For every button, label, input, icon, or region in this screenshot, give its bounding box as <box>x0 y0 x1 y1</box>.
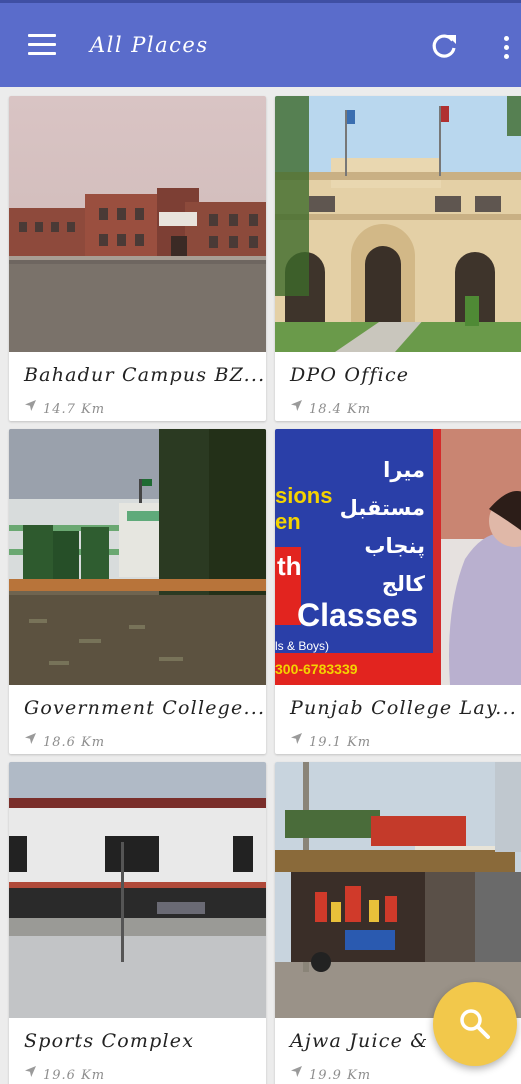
distance-row: 19.1 Km <box>290 729 372 750</box>
sports-complex-photo <box>9 762 266 1018</box>
distance-row: 18.4 Km <box>290 396 372 417</box>
campus-building-photo <box>9 96 266 352</box>
place-name: Bahadur Campus BZ... <box>24 364 266 386</box>
refresh-icon <box>432 34 456 58</box>
search-icon <box>460 1009 490 1039</box>
hamburger-menu-icon-line <box>28 52 56 55</box>
hamburger-menu-icon <box>28 34 56 37</box>
refresh-button[interactable] <box>428 31 460 63</box>
banner-phone-text: 300-6783339 <box>275 661 358 677</box>
place-name: Sports Complex <box>24 1030 195 1052</box>
distance-row: 14.7 Km <box>24 396 106 417</box>
more-vertical-icon <box>504 36 509 41</box>
distance-row: 19.6 Km <box>24 1062 106 1083</box>
place-distance: 18.6 Km <box>43 735 106 750</box>
search-fab-button[interactable] <box>433 982 517 1066</box>
place-card[interactable]: DPO Office 18.4 Km <box>275 96 521 421</box>
navigation-arrow-icon <box>291 400 302 411</box>
more-vertical-icon-dot <box>504 45 509 50</box>
place-name: DPO Office <box>290 364 410 386</box>
dpo-office-photo <box>275 96 521 352</box>
menu-button[interactable] <box>26 34 58 56</box>
place-distance: 19.6 Km <box>43 1068 106 1083</box>
hamburger-menu-icon-line <box>28 43 56 46</box>
banner-classes-text: Classes <box>297 597 418 633</box>
distance-row: 19.9 Km <box>290 1062 372 1083</box>
place-card[interactable]: Bahadur Campus BZ... 14.7 Km <box>9 96 266 421</box>
distance-row: 18.6 Km <box>24 729 106 750</box>
college-banner-photo: میرا مستقبل پنجاب کالج sions en th Class… <box>275 429 521 685</box>
more-options-button[interactable] <box>497 33 517 61</box>
navigation-arrow-icon <box>25 733 36 744</box>
place-distance: 14.7 Km <box>43 402 106 417</box>
navigation-arrow-icon <box>291 1066 302 1077</box>
place-name: Ajwa Juice & <box>290 1030 429 1052</box>
navigation-arrow-icon <box>291 733 302 744</box>
more-vertical-icon-dot <box>504 54 509 59</box>
college-courtyard-photo <box>9 429 266 685</box>
place-card[interactable]: میرا مستقبل پنجاب کالج sions en th Class… <box>275 429 521 754</box>
place-card[interactable]: Government College... 18.6 Km <box>9 429 266 754</box>
banner-text-fragment: th <box>277 551 302 581</box>
page-title: All Places <box>90 33 209 57</box>
banner-text-fragment: ls & Boys) <box>275 639 330 653</box>
banner-urdu-text: میرا مستقبل پنجاب کالج <box>339 458 425 596</box>
place-name: Punjab College Lay... <box>290 697 517 719</box>
place-distance: 18.4 Km <box>309 402 372 417</box>
place-distance: 19.9 Km <box>309 1068 372 1083</box>
places-grid: Bahadur Campus BZ... 14.7 Km DPO Office … <box>0 87 521 1084</box>
app-bar: All Places <box>0 3 521 87</box>
place-distance: 19.1 Km <box>309 735 372 750</box>
place-card[interactable]: Sports Complex 19.6 Km <box>9 762 266 1084</box>
banner-text-fragment: en <box>275 509 301 534</box>
navigation-arrow-icon <box>25 1066 36 1077</box>
juice-shop-photo <box>275 762 521 1018</box>
navigation-arrow-icon <box>25 400 36 411</box>
place-name: Government College... <box>24 697 266 719</box>
banner-text-fragment: sions <box>275 483 333 508</box>
